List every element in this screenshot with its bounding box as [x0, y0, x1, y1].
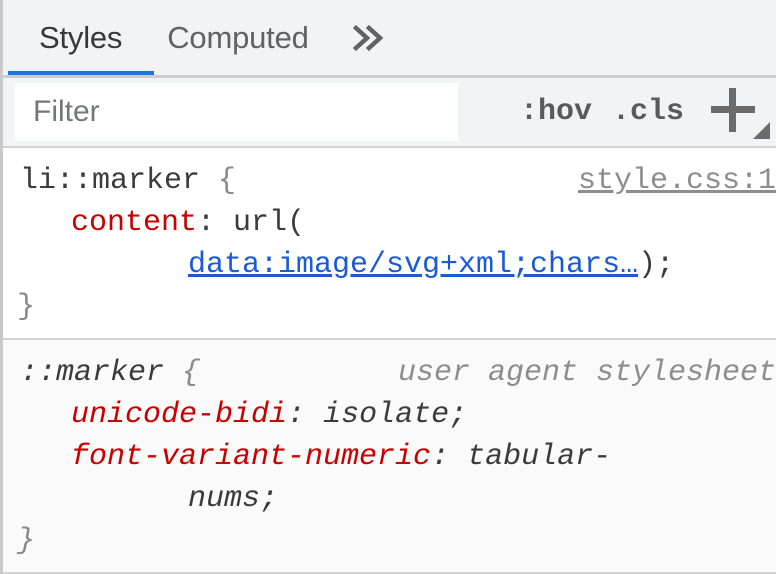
declaration-property[interactable]: content — [71, 206, 197, 240]
rule-selector: ::marker — [20, 356, 164, 390]
cls-toggle-button[interactable]: .cls — [602, 95, 694, 129]
declaration-property: unicode-bidi — [71, 398, 287, 432]
declaration-value-wrapped: data:image/svg+xml;chars…); — [3, 244, 776, 286]
rule-header: ::marker { user agent stylesheet — [3, 352, 776, 394]
declaration-url-link[interactable]: data:image/svg+xml;chars… — [188, 248, 638, 282]
tab-computed[interactable]: Computed — [145, 0, 331, 75]
declaration-value: isolate; — [323, 398, 467, 432]
rule-close-brace: } — [3, 520, 776, 562]
declaration-property: font-variant-numeric — [71, 440, 431, 474]
css-rule-author[interactable]: li::marker { style.css:1 content: url( d… — [3, 146, 776, 338]
tab-styles[interactable]: Styles — [17, 0, 145, 75]
new-style-rule-button[interactable] — [706, 83, 768, 141]
hov-toggle-button[interactable]: :hov — [510, 95, 602, 129]
declaration-colon: : — [197, 206, 233, 240]
tab-computed-label: Computed — [167, 20, 308, 56]
declaration-content[interactable]: content: url( — [3, 202, 776, 244]
declaration-colon: : — [431, 440, 467, 474]
css-rules-list: li::marker { style.css:1 content: url( d… — [3, 146, 776, 574]
tab-styles-label: Styles — [39, 20, 122, 56]
declaration-value-wrapped: nums; — [3, 478, 776, 520]
declaration-colon: : — [287, 398, 323, 432]
rule-selector[interactable]: li::marker — [20, 164, 200, 198]
dropdown-caret-icon[interactable] — [753, 122, 770, 139]
double-chevron-right-icon — [350, 23, 390, 53]
toolbar-controls: :hov .cls — [510, 83, 776, 141]
tab-overflow-button[interactable] — [332, 0, 408, 75]
styles-toolbar: :hov .cls — [3, 78, 776, 146]
declaration-unicode-bidi: unicode-bidi: isolate; — [3, 394, 776, 436]
rule-open-brace-glyph: { — [182, 356, 200, 390]
panel-tab-bar: Styles Computed — [3, 0, 776, 78]
declaration-font-variant-numeric: font-variant-numeric: tabular- — [3, 436, 776, 478]
rule-source-link[interactable]: style.css:1 — [578, 160, 776, 202]
css-rule-user-agent[interactable]: ::marker { user agent stylesheet unicode… — [3, 338, 776, 572]
plus-icon-vertical-bar — [729, 88, 736, 132]
declaration-value-prefix: url( — [233, 206, 305, 240]
rule-open-brace-glyph: { — [218, 164, 236, 198]
declaration-value: tabular- — [467, 440, 611, 474]
filter-input[interactable] — [15, 83, 458, 141]
styles-panel: Styles Computed :hov .cls — [0, 0, 776, 574]
rule-close-brace: } — [3, 286, 776, 328]
declaration-value-suffix: ); — [638, 248, 674, 282]
rule-header: li::marker { style.css:1 — [3, 160, 776, 202]
rule-origin-label: user agent stylesheet — [398, 352, 776, 394]
rule-open-brace — [200, 164, 218, 198]
